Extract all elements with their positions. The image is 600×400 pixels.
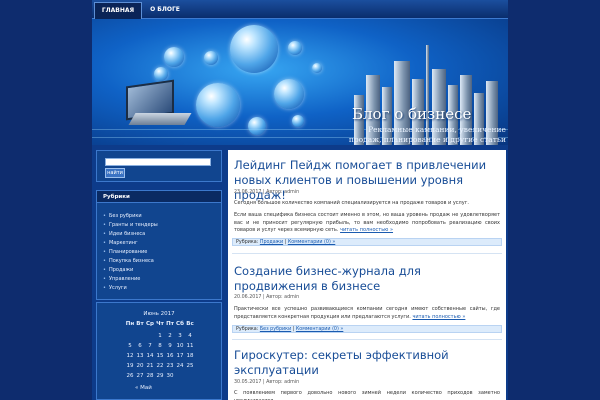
- category-link[interactable]: Без рубрики: [103, 213, 142, 219]
- post-excerpt: С появлением первого довольно нового зим…: [234, 390, 500, 400]
- category-link[interactable]: Маркетинг: [103, 240, 138, 246]
- post-meta: 20.06.2017 | Автор: admin: [234, 295, 300, 300]
- calendar-widget: Июнь 2017 Пн Вт Ср Чт Пт Сб Вс 1 2 3 4 5…: [96, 302, 222, 400]
- tab-about[interactable]: О БЛОГЕ: [142, 2, 188, 18]
- category-link[interactable]: Гранты и тендеры: [103, 222, 158, 228]
- search-input[interactable]: [105, 158, 211, 166]
- category-link[interactable]: Покупка бизнеса: [103, 258, 154, 264]
- header-banner: Блог о бизнесе Рекламные кампании, увели…: [92, 19, 508, 145]
- tab-home[interactable]: ГЛАВНАЯ: [94, 2, 142, 19]
- comments-link[interactable]: Комментарии (0) »: [296, 327, 343, 332]
- search-button[interactable]: найти: [105, 168, 125, 178]
- category-link[interactable]: Продажи: [103, 267, 133, 273]
- rubric-link[interactable]: Продажи: [260, 240, 283, 245]
- comments-link[interactable]: Комментарии (0) »: [288, 240, 335, 245]
- divider: [232, 339, 502, 340]
- post-title[interactable]: Создание бизнес-журнала для продвижения …: [234, 264, 502, 294]
- post-title[interactable]: Лейдинг Пейдж помогает в привлечении нов…: [234, 158, 502, 203]
- post-excerpt: Если ваша специфика бизнеса состоит имен…: [234, 212, 500, 233]
- rubric-link[interactable]: Без рубрики: [260, 327, 291, 332]
- categories-widget: Рубрики Без рубрики Гранты и тендеры Иде…: [96, 190, 222, 300]
- page: ГЛАВНАЯ О БЛОГЕ Блог о бизнесе Рекламные…: [92, 0, 508, 400]
- category-link[interactable]: Идеи бизнеса: [103, 231, 145, 237]
- post-meta: 23.06.2017 | Автор: admin: [234, 190, 300, 195]
- post-excerpt: Сегодня большое количество компаний спец…: [234, 200, 469, 206]
- category-link[interactable]: Услуги: [103, 285, 127, 291]
- blog-title[interactable]: Блог о бизнесе: [352, 105, 471, 123]
- post-footer: Рубрика: Продажи | Комментарии (0) »: [232, 238, 502, 246]
- blog-description: Рекламные кампании, увеличение продаж, п…: [348, 125, 506, 144]
- post: Гироскутер: секреты эффективной эксплуат…: [228, 342, 506, 400]
- divider: [232, 253, 502, 254]
- read-more-link[interactable]: читать полностью »: [340, 227, 393, 233]
- post-meta: 30.05.2017 | Автор: admin: [234, 380, 300, 385]
- post-footer: Рубрика: Без рубрики | Комментарии (0) »: [232, 325, 502, 333]
- calendar-prev-month-link[interactable]: « Май: [135, 385, 152, 391]
- read-more-link[interactable]: читать полностью »: [412, 314, 465, 320]
- post-excerpt: Практически все успешно развивающиеся ко…: [234, 306, 500, 320]
- top-navigation: ГЛАВНАЯ О БЛОГЕ: [92, 0, 508, 19]
- categories-title: Рубрики: [97, 191, 221, 203]
- calendar-caption: Июнь 2017: [143, 311, 175, 317]
- search-widget: найти: [96, 150, 222, 182]
- post: Создание бизнес-журнала для продвижения …: [228, 256, 506, 344]
- category-link[interactable]: Планирование: [103, 249, 147, 255]
- main-content: Лейдинг Пейдж помогает в привлечении нов…: [228, 150, 506, 400]
- post-title[interactable]: Гироскутер: секреты эффективной эксплуат…: [234, 348, 502, 378]
- category-link[interactable]: Управление: [103, 276, 140, 282]
- post: Лейдинг Пейдж помогает в привлечении нов…: [228, 150, 506, 250]
